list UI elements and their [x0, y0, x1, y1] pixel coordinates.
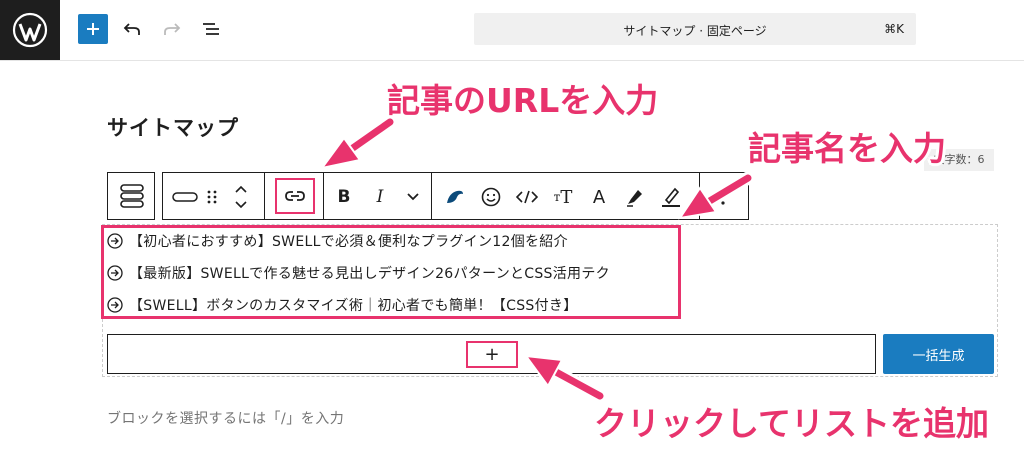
text-size-button[interactable]: тT [545, 173, 581, 221]
page-title[interactable]: サイトマップ [107, 112, 239, 142]
command-palette[interactable]: サイトマップ · 固定ページ ⌘K [474, 13, 916, 45]
arrow-circle-right-icon [107, 233, 123, 249]
more-vertical-icon [721, 189, 725, 205]
options-menu-button[interactable] [705, 173, 741, 221]
more-formats-button[interactable] [395, 173, 431, 221]
toolbar-divider [264, 173, 265, 219]
url-arrow-icon [319, 115, 397, 170]
list-item-text: 【SWELL】ボタンのカスタマイズ術｜初心者でも簡単！【CSS付き】 [129, 298, 578, 314]
code-icon[interactable] [509, 173, 545, 221]
shortcut-hint: ⌘K [884, 22, 904, 36]
italic-button[interactable]: I [362, 173, 398, 221]
list-view-icon[interactable] [199, 17, 223, 41]
list-item[interactable]: 【最新版】SWELLで作る魅せる見出しデザイン26パターンとCSS活用テク [107, 262, 610, 284]
add-list-item-plus-icon[interactable]: + [466, 341, 518, 368]
list-item-text: 【初心者におすすめ】SWELLで必須＆便利なプラグイン12個を紹介 [129, 234, 568, 250]
add-callout: クリックしてリストを追加 [594, 404, 990, 443]
link-icon [285, 191, 305, 201]
editor-top-bar: サイトマップ · 固定ページ ⌘K [0, 0, 1024, 61]
block-type-button[interactable] [107, 172, 155, 220]
format-toolbar: B I тT A [162, 172, 749, 220]
move-up-down-icon[interactable] [226, 173, 256, 221]
link-button[interactable] [275, 178, 315, 214]
list-item[interactable]: 【SWELL】ボタンのカスタマイズ術｜初心者でも簡単！【CSS付き】 [107, 294, 578, 316]
add-block-button[interactable] [78, 14, 108, 44]
text-size-icon: T [560, 186, 573, 208]
emoji-icon[interactable] [473, 173, 509, 221]
list-item-text: 【最新版】SWELLで作る魅せる見出しデザイン26パターンとCSS活用テク [129, 266, 610, 282]
text-size-small-glyph: т [553, 190, 561, 204]
chevron-down-icon [407, 193, 419, 201]
document-title: サイトマップ · 固定ページ [623, 24, 767, 38]
wordpress-logo-icon[interactable] [0, 0, 60, 60]
list-item[interactable]: 【初心者におすすめ】SWELLで必須＆便利なプラグイン12個を紹介 [107, 230, 568, 252]
highlighter-icon[interactable] [653, 173, 689, 221]
list-block-icon [120, 184, 144, 208]
block-style-icon[interactable] [167, 173, 203, 221]
bulk-generate-button[interactable]: 一括生成 [883, 334, 994, 374]
url-callout: 記事のURLを入力 [387, 81, 659, 120]
bold-button[interactable]: B [326, 173, 362, 221]
block-placeholder[interactable]: ブロックを選択するには「/」を入力 [107, 408, 344, 428]
arrow-circle-right-icon [107, 265, 123, 281]
title-callout: 記事名を入力 [748, 129, 946, 168]
toolbar-divider [699, 173, 700, 219]
arrow-circle-right-icon [107, 297, 123, 313]
toolbar-divider [431, 173, 432, 219]
toolbar-divider [323, 173, 324, 219]
drag-handle-icon[interactable] [200, 173, 224, 221]
font-color-button[interactable]: A [581, 173, 617, 221]
swell-icon[interactable] [437, 173, 473, 221]
undo-icon[interactable] [120, 17, 144, 41]
plus-icon [87, 23, 99, 35]
marker-icon[interactable] [617, 173, 653, 221]
redo-icon[interactable] [160, 17, 184, 41]
block-toolbar: B I тT A [107, 172, 749, 220]
